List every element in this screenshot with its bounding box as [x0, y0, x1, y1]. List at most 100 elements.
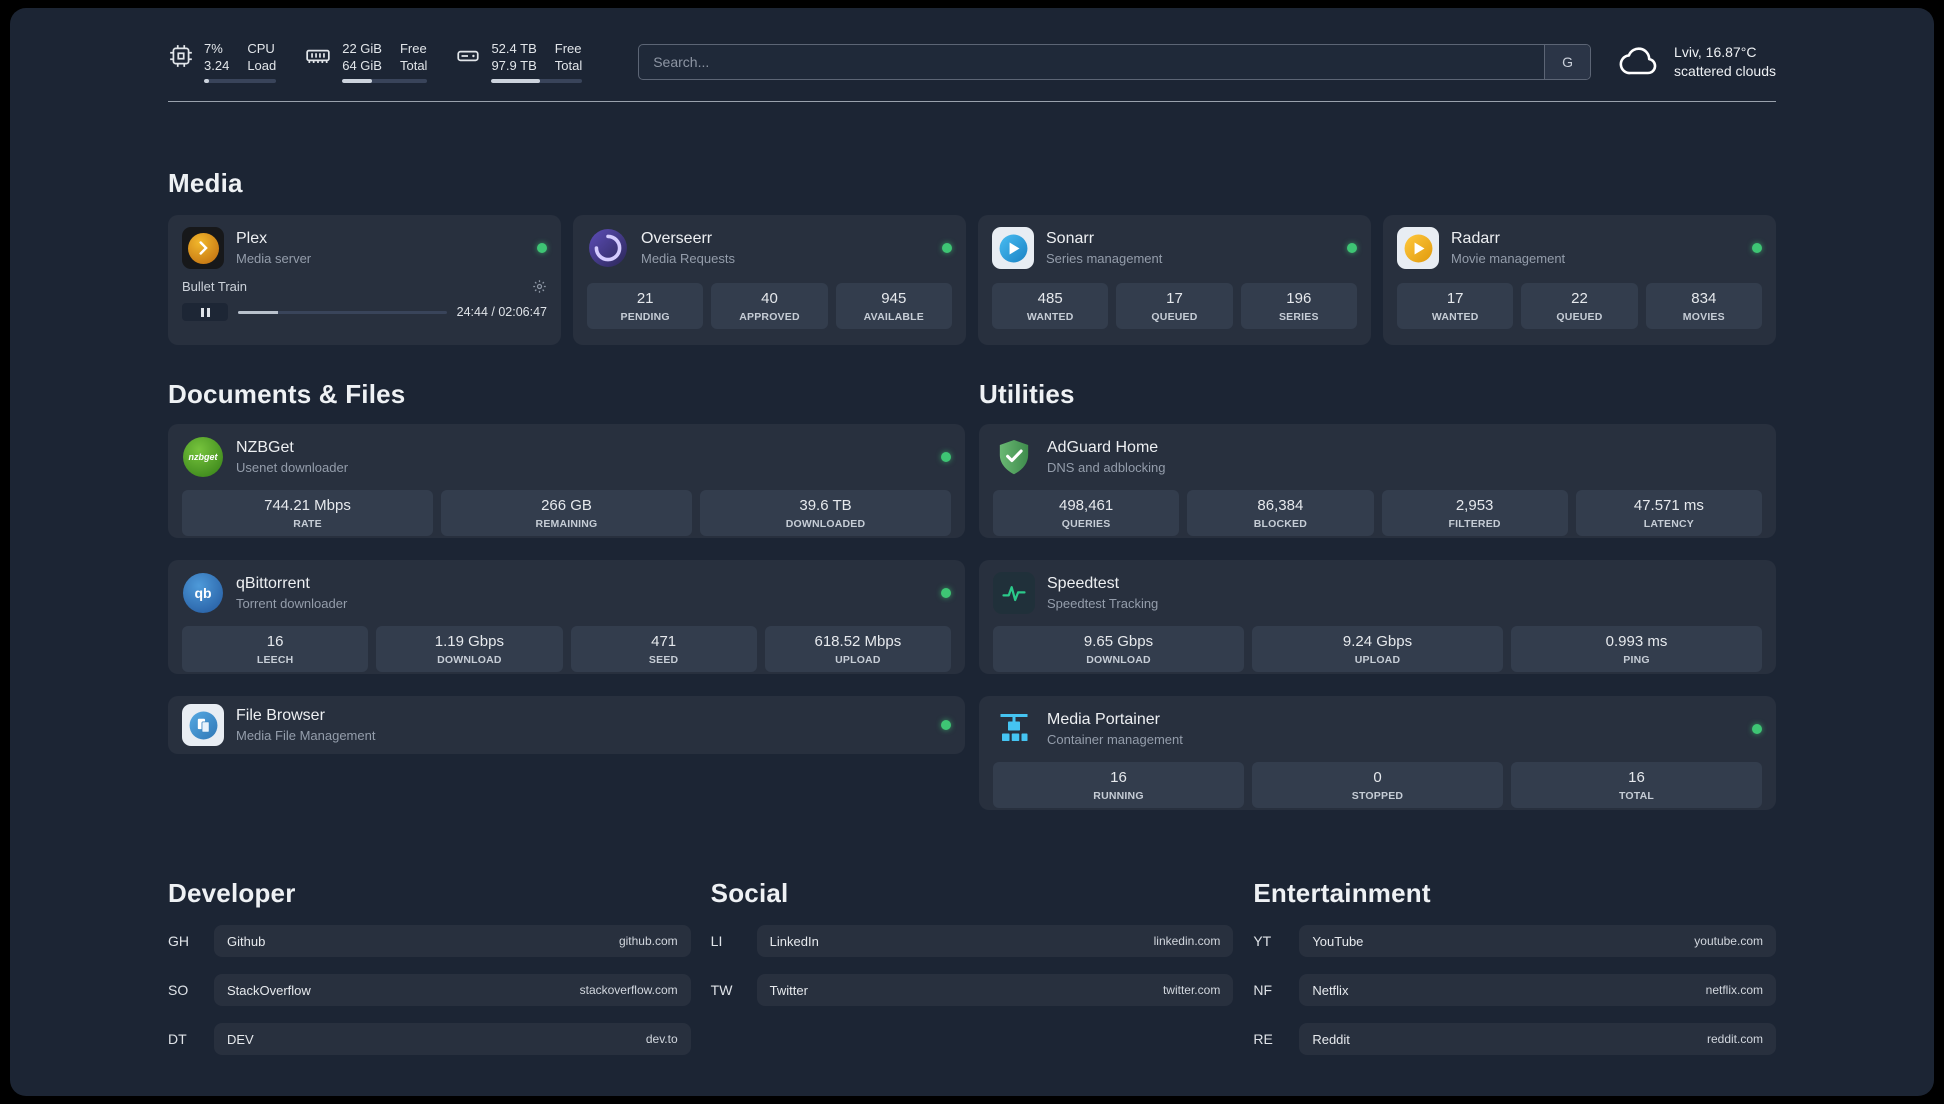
overseerr-icon — [587, 227, 629, 269]
stat-label: LEECH — [256, 654, 294, 666]
cpu-load-label: Load — [247, 58, 277, 73]
stat-label: DOWNLOAD — [1086, 654, 1151, 666]
service-card-nzbget[interactable]: nzbget NZBGet Usenet downloader 744.21 M… — [168, 424, 965, 538]
top-bar: 7% 3.24 CPU Load 22 GiB 64 GiB Free Tota… — [10, 8, 1934, 83]
service-card-filebrowser[interactable]: File Browser Media File Management — [168, 696, 965, 754]
status-dot — [941, 720, 951, 730]
disk-total-label: Total — [554, 58, 583, 73]
stat-label: DOWNLOADED — [785, 518, 866, 530]
stat-wanted: 485 WANTED — [992, 283, 1109, 329]
stat-upload: 618.52 Mbps UPLOAD — [764, 626, 951, 672]
bookmark-name: Reddit — [1312, 1031, 1350, 1047]
seek-bar[interactable] — [238, 310, 447, 314]
service-card-adguard[interactable]: AdGuard Home DNS and adblocking 498,461 … — [979, 424, 1776, 538]
service-subtitle: Media server — [236, 251, 312, 266]
status-dot — [1752, 724, 1762, 734]
section-documents: Documents & Files nzbget NZBGet Usenet d… — [168, 379, 965, 810]
stat-download: 1.19 Gbps DOWNLOAD — [376, 626, 563, 672]
service-card-overseerr[interactable]: Overseerr Media Requests 21 PENDING 40 A… — [573, 215, 966, 345]
stat-label: UPLOAD — [1354, 654, 1401, 666]
nzbget-icon-text: nzbget — [183, 437, 223, 477]
service-card-plex[interactable]: Plex Media server Bullet Train 24:44 / 0… — [168, 215, 561, 345]
adguard-icon — [993, 436, 1035, 478]
bookmark-url: github.com — [618, 934, 678, 948]
bookmark-abbr: GH — [168, 933, 189, 949]
service-subtitle: Media File Management — [236, 728, 376, 743]
stat-stopped: 0 STOPPED — [1252, 762, 1503, 808]
stat-seed: 471 SEED — [570, 626, 757, 672]
header-divider — [168, 101, 1776, 102]
cloud-icon — [1619, 46, 1661, 77]
search-provider-button[interactable]: G — [1544, 44, 1591, 79]
bookmark-name: LinkedIn — [769, 933, 819, 949]
service-name: Radarr — [1451, 230, 1500, 247]
bookmark-stackoverflow[interactable]: SO StackOverflow stackoverflow.com — [168, 974, 691, 1006]
service-card-sonarr[interactable]: Sonarr Series management 485 WANTED 17 Q… — [978, 215, 1371, 345]
stat-value: 9.24 Gbps — [1342, 633, 1413, 650]
status-dot — [1347, 243, 1357, 253]
service-card-radarr[interactable]: Radarr Movie management 17 WANTED 22 QUE… — [1383, 215, 1776, 345]
service-card-portainer[interactable]: Media Portainer Container management 16 … — [979, 696, 1776, 810]
bookmark-url: youtube.com — [1694, 934, 1763, 948]
stat-ping: 0.993 ms PING — [1511, 626, 1762, 672]
stat-movies: 834 MOVIES — [1645, 283, 1762, 329]
bookmark-reddit[interactable]: RE Reddit reddit.com — [1253, 1023, 1776, 1055]
stat-label: QUERIES — [1061, 518, 1111, 530]
weather-condition: scattered clouds — [1674, 62, 1776, 79]
gear-icon[interactable] — [532, 279, 547, 294]
bookmark-abbr: SO — [168, 982, 189, 998]
plex-now-playing: Bullet Train 24:44 / 02:06:47 — [182, 279, 547, 321]
stat-label: FILTERED — [1448, 518, 1501, 530]
pause-button[interactable] — [182, 303, 228, 321]
bookmark-github[interactable]: GH Github github.com — [168, 925, 691, 957]
portainer-icon — [993, 708, 1035, 750]
bookmark-name: DEV — [227, 1031, 254, 1047]
stat-queued: 17 QUEUED — [1116, 283, 1233, 329]
bookmark-name: Github — [227, 933, 266, 949]
bookmark-name: YouTube — [1312, 933, 1364, 949]
stat-pending: 21 PENDING — [587, 283, 704, 329]
service-subtitle: Movie management — [1451, 251, 1566, 266]
section-utilities: Utilities AdGuard Home DNS and adblockin… — [979, 379, 1776, 810]
radarr-icon — [1397, 227, 1439, 269]
bookmark-url: dev.to — [645, 1032, 678, 1046]
bookmark-group-developer: Developer GH Github github.com SO StackO… — [168, 878, 691, 1072]
disk-icon — [455, 43, 481, 69]
cpu-load-value: 3.24 — [204, 58, 230, 73]
stat-label: RUNNING — [1093, 790, 1144, 802]
service-name: Media Portainer — [1047, 711, 1160, 728]
stat-leech: 16 LEECH — [182, 626, 369, 672]
qbittorrent-icon: qb — [182, 572, 224, 614]
stat-running: 16 RUNNING — [993, 762, 1244, 808]
service-subtitle: DNS and adblocking — [1047, 460, 1166, 475]
stat-value: 22 — [1571, 290, 1588, 307]
stat-value: 2,953 — [1455, 497, 1494, 514]
stat-value: 266 GB — [541, 497, 592, 514]
service-name: Overseerr — [641, 230, 713, 247]
stat-blocked: 86,384 BLOCKED — [1187, 490, 1374, 536]
search-bar: G — [638, 43, 1592, 80]
stat-value: 618.52 Mbps — [814, 633, 902, 650]
weather-location: Lviv, 16.87°C — [1674, 43, 1757, 60]
cpu-label: CPU — [247, 41, 275, 56]
disk-widget: 52.4 TB 97.9 TB Free Total — [455, 40, 583, 83]
stat-value: 16 — [266, 633, 284, 650]
stat-value: 498,461 — [1059, 497, 1114, 514]
search-input[interactable] — [639, 44, 1545, 79]
bookmark-twitter[interactable]: TW Twitter twitter.com — [711, 974, 1234, 1006]
service-card-speedtest[interactable]: Speedtest Speedtest Tracking 9.65 Gbps D… — [979, 560, 1776, 674]
stat-label: DOWNLOAD — [437, 654, 502, 666]
stat-value: 0.993 ms — [1605, 633, 1668, 650]
stat-series: 196 SERIES — [1240, 283, 1357, 329]
service-card-qbittorrent[interactable]: qb qBittorrent Torrent downloader 16 LEE… — [168, 560, 965, 674]
bookmark-netflix[interactable]: NF Netflix netflix.com — [1253, 974, 1776, 1006]
bookmark-youtube[interactable]: YT YouTube youtube.com — [1253, 925, 1776, 957]
stat-upload: 9.24 Gbps UPLOAD — [1252, 626, 1503, 672]
playback-time: 24:44 / 02:06:47 — [456, 305, 547, 319]
service-name: Plex — [236, 230, 268, 247]
service-name: Speedtest — [1047, 575, 1120, 592]
bookmark-dev[interactable]: DT DEV dev.to — [168, 1023, 691, 1055]
bookmark-linkedin[interactable]: LI LinkedIn linkedin.com — [711, 925, 1234, 957]
stat-value: 1.19 Gbps — [434, 633, 504, 650]
stat-label: WANTED — [1026, 311, 1074, 323]
